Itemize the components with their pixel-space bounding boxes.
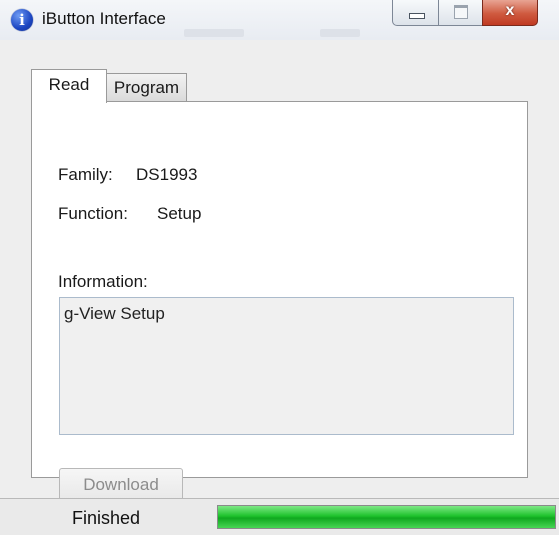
ibutton-interface-window: i iButton Interface x Read Program Famil…: [0, 0, 559, 535]
progress-bar: [217, 505, 556, 529]
progress-bar-fill: [218, 506, 555, 528]
client-area: Read Program Family: DS1993 Function: Se…: [0, 40, 559, 535]
background-window-blur: [320, 29, 360, 37]
read-tab-panel: Family: DS1993 Function: Setup Informati…: [31, 101, 528, 502]
information-label: Information:: [58, 272, 148, 291]
minimize-button[interactable]: [392, 0, 439, 26]
info-icon: i: [11, 9, 33, 31]
maximize-icon: [454, 5, 468, 19]
family-value: DS1993: [136, 165, 198, 184]
family-label: Family:: [58, 165, 113, 184]
status-text: Finished: [72, 508, 141, 528]
minimize-icon: [409, 13, 425, 19]
maximize-button[interactable]: [438, 0, 483, 26]
window-title: iButton Interface: [42, 9, 166, 28]
function-value: Setup: [157, 204, 202, 223]
function-label: Function:: [58, 204, 128, 223]
background-window-blur: [184, 29, 244, 37]
download-button[interactable]: Download: [59, 468, 183, 502]
status-bar: Finished: [0, 498, 559, 535]
tab-read[interactable]: Read: [31, 69, 107, 103]
close-button[interactable]: x: [482, 0, 538, 26]
tab-program[interactable]: Program: [106, 73, 187, 102]
close-icon: x: [505, 2, 515, 19]
title-bar[interactable]: i iButton Interface x: [0, 0, 559, 40]
information-textbox[interactable]: g-View Setup: [59, 297, 514, 435]
